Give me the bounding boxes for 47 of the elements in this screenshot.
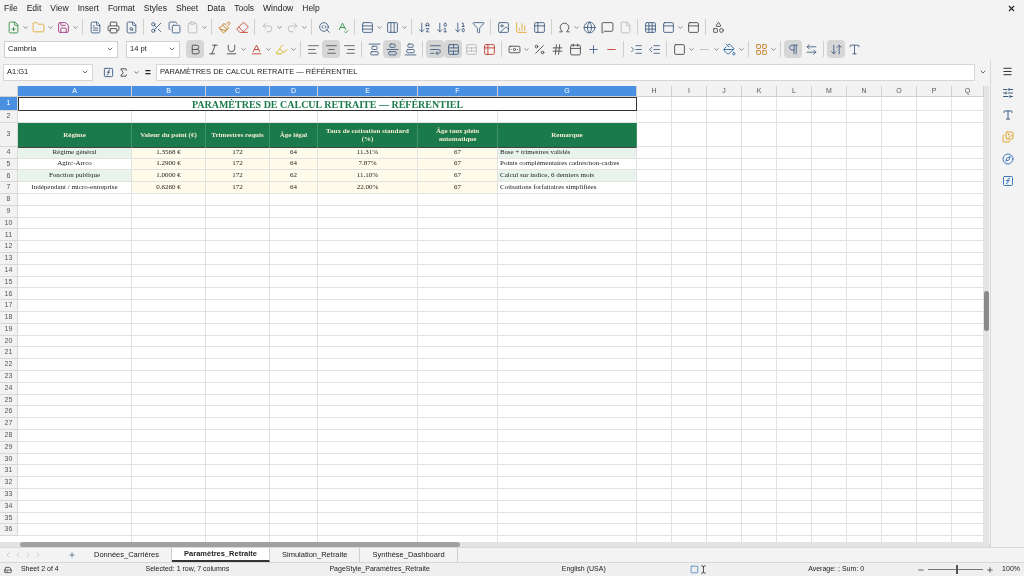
menu-item[interactable]: Tools xyxy=(234,1,254,15)
zoom-thumb[interactable] xyxy=(955,565,958,574)
cursor-icon xyxy=(699,565,709,574)
expand-formula-icon[interactable] xyxy=(979,68,987,76)
menu-item[interactable]: Help xyxy=(302,1,320,15)
text-direction-icon[interactable] xyxy=(827,40,845,58)
menu-item[interactable]: Styles xyxy=(143,1,167,15)
navigator-icon[interactable] xyxy=(1001,153,1014,165)
menu-item[interactable]: Data xyxy=(207,1,226,15)
menu-item[interactable]: File xyxy=(4,1,18,15)
bold-icon[interactable] xyxy=(186,40,204,58)
dropdown-caret-icon[interactable] xyxy=(168,45,176,53)
menu-icon[interactable] xyxy=(1002,66,1013,77)
function-wizard-icon[interactable] xyxy=(103,66,114,78)
align-middle-icon[interactable] xyxy=(383,40,401,58)
menu-item[interactable]: Edit xyxy=(26,1,42,15)
menu-item[interactable]: Insert xyxy=(77,1,99,15)
close-icon[interactable] xyxy=(1007,3,1016,13)
sheet-title: PARAMÈTRES DE CALCUL RETRAITE — RÉFÉRENTIEL xyxy=(18,97,637,111)
gallery-icon[interactable] xyxy=(1001,131,1014,143)
vertical-scrollbar[interactable] xyxy=(984,86,989,542)
formula-equals[interactable]: = xyxy=(144,64,152,80)
menu-item[interactable]: Format xyxy=(107,1,135,15)
clone-format-icon[interactable] xyxy=(215,18,233,36)
styles-icon[interactable] xyxy=(1001,109,1014,121)
wrap-text-icon[interactable] xyxy=(426,40,444,58)
copy-icon[interactable] xyxy=(165,18,183,36)
merge-cells-icon[interactable] xyxy=(444,40,462,58)
sum-icon[interactable] xyxy=(118,66,129,78)
zoom-in-icon[interactable] xyxy=(986,565,995,574)
properties-icon[interactable] xyxy=(1001,87,1014,99)
add-sheet-icon[interactable] xyxy=(68,551,76,559)
functions-icon[interactable] xyxy=(1001,175,1014,187)
left-to-right-icon[interactable] xyxy=(784,40,802,58)
dropdown-caret-icon[interactable] xyxy=(81,68,89,76)
document-status-icon xyxy=(4,565,12,574)
align-center-icon[interactable] xyxy=(322,40,340,58)
selection-mode-icon xyxy=(690,565,700,574)
print-icon[interactable] xyxy=(104,18,122,36)
dropdown-caret-icon[interactable] xyxy=(106,45,114,53)
hyperlink-icon[interactable] xyxy=(580,18,598,36)
dropdown-caret-icon[interactable] xyxy=(133,68,140,76)
menu-item[interactable]: Window xyxy=(263,1,294,15)
menu-item[interactable]: View xyxy=(50,1,69,15)
horizontal-scrollbar[interactable] xyxy=(0,542,990,547)
menu-item[interactable]: Sheet xyxy=(176,1,199,15)
border-color-icon[interactable] xyxy=(720,40,738,58)
